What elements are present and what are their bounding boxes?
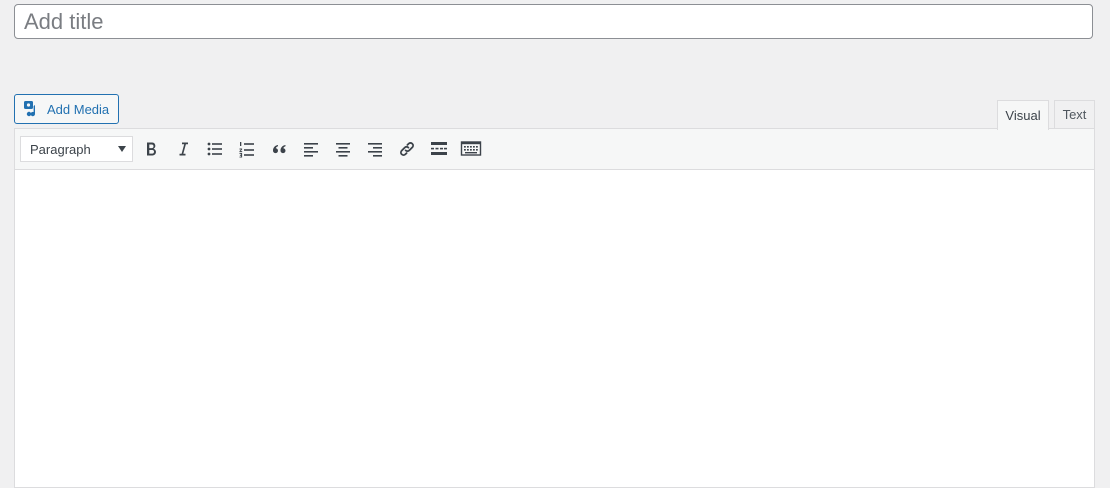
- editor-content-area[interactable]: [15, 170, 1094, 487]
- read-more-button[interactable]: [427, 137, 451, 161]
- add-media-icon: [23, 100, 41, 118]
- blockquote-icon: [269, 139, 289, 159]
- numbered-list-icon: [237, 139, 257, 159]
- blockquote-button[interactable]: [267, 137, 291, 161]
- bullet-list-icon: [205, 139, 225, 159]
- insert-link-button[interactable]: [395, 137, 419, 161]
- add-media-label: Add Media: [47, 101, 110, 117]
- format-select[interactable]: Paragraph: [20, 136, 133, 162]
- align-center-icon: [333, 139, 353, 159]
- italic-button[interactable]: [171, 137, 195, 161]
- post-title-input[interactable]: [15, 5, 1092, 38]
- title-field-container: [14, 4, 1093, 39]
- align-left-icon: [301, 139, 321, 159]
- italic-icon: [173, 139, 193, 159]
- tab-visual[interactable]: Visual: [997, 100, 1049, 130]
- bulleted-list-button[interactable]: [203, 137, 227, 161]
- toolbar-toggle-button[interactable]: [459, 137, 483, 161]
- bold-button[interactable]: [139, 137, 163, 161]
- align-right-icon: [365, 139, 385, 159]
- add-media-button[interactable]: Add Media: [14, 94, 119, 124]
- format-select-value: Paragraph: [30, 141, 91, 157]
- editor-toolbar: Paragraph: [15, 129, 1094, 170]
- chevron-down-icon: [118, 146, 126, 152]
- link-icon: [397, 139, 417, 159]
- editor-container: Paragraph: [14, 128, 1095, 488]
- keyboard-icon: [460, 139, 482, 159]
- numbered-list-button[interactable]: [235, 137, 259, 161]
- read-more-icon: [429, 139, 449, 159]
- bold-icon: [141, 139, 161, 159]
- align-left-button[interactable]: [299, 137, 323, 161]
- align-right-button[interactable]: [363, 137, 387, 161]
- tab-text[interactable]: Text: [1054, 100, 1095, 128]
- align-center-button[interactable]: [331, 137, 355, 161]
